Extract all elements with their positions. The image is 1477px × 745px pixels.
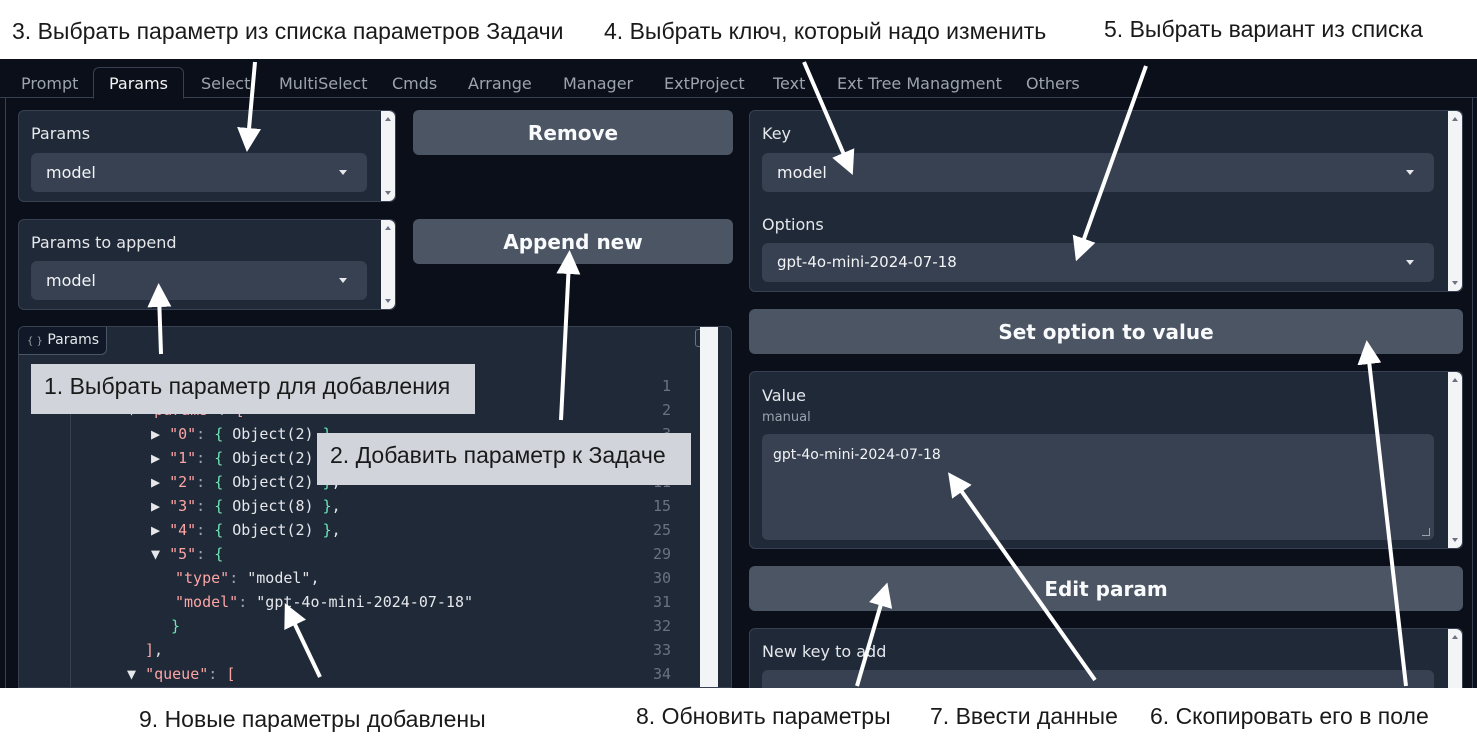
value-sublabel: manual (762, 410, 811, 425)
params-dropdown-value: model (46, 163, 96, 182)
params-to-append-label: Params to append (31, 233, 177, 252)
json-line[interactable]: ▼ "5": { (151, 545, 223, 563)
params-block: Params model (18, 110, 396, 202)
scroll-up-icon (1452, 635, 1458, 639)
chevron-down-icon (339, 278, 347, 283)
scroll-down-icon (1452, 538, 1458, 542)
set-option-to-value-button[interactable]: Set option to value (749, 309, 1463, 354)
params-label: Params (31, 124, 91, 143)
line-number: 30 (652, 569, 671, 587)
json-line[interactable]: ▶ "2": { Object(2) }, (151, 473, 341, 491)
tab-manager[interactable]: Manager (563, 68, 633, 98)
scrollbar-track (700, 327, 718, 687)
key-label: Key (762, 124, 792, 143)
block-scrollbar[interactable] (1448, 372, 1462, 548)
line-number: 31 (652, 593, 671, 611)
new-key-input[interactable] (762, 670, 1434, 688)
scroll-up-icon (385, 117, 391, 121)
options-label: Options (762, 215, 824, 234)
value-label: Value (762, 386, 806, 405)
chevron-down-icon (1406, 260, 1414, 265)
block-scrollbar[interactable] (1448, 111, 1462, 291)
json-line[interactable]: ▶ "1": { Object(2) }, (151, 449, 341, 467)
caption-step7: 7. Ввести данные (930, 703, 1118, 729)
json-line[interactable]: ▶ "0": { Object(2) }, (151, 425, 341, 443)
line-number: 1 (661, 377, 671, 395)
params-to-append-dropdown[interactable]: model (31, 261, 367, 300)
value-text: gpt-4o-mini-2024-07-18 (773, 447, 941, 463)
json-line[interactable]: ▶ "4": { Object(2) }, (151, 521, 341, 539)
params-to-append-block: Params to append model (18, 219, 396, 310)
tab-arrange[interactable]: Arrange (468, 68, 532, 98)
json-scrollbar[interactable] (700, 327, 731, 687)
caption-step4: 4. Выбрать ключ, который надо изменить (604, 18, 1047, 44)
value-block: Value manual gpt-4o-mini-2024-07-18 (749, 371, 1463, 549)
tab-bar: Prompt Params Select MultiSelect Cmds Ar… (0, 59, 1477, 99)
params-to-append-value: model (46, 271, 96, 290)
tab-multiselect[interactable]: MultiSelect (279, 68, 367, 98)
append-new-button[interactable]: Append new (413, 219, 733, 264)
line-number: 32 (652, 617, 671, 635)
edit-param-button[interactable]: Edit param (749, 566, 1463, 611)
key-options-block: Key model Options gpt-4o-mini-2024-07-18 (749, 110, 1463, 292)
tab-params[interactable]: Params (93, 67, 184, 99)
options-dropdown[interactable]: gpt-4o-mini-2024-07-18 (762, 243, 1434, 282)
json-line[interactable]: ▼ "queue": [ (127, 665, 235, 683)
resize-handle-icon[interactable] (1422, 528, 1430, 536)
callout-step2: 2. Добавить параметр к Задаче (317, 433, 691, 485)
options-dropdown-value: gpt-4o-mini-2024-07-18 (777, 253, 957, 271)
caption-step8: 8. Обновить параметры (636, 703, 891, 729)
chevron-down-icon (339, 170, 347, 175)
line-number: 29 (652, 545, 671, 563)
tab-text[interactable]: Text (773, 68, 805, 98)
line-number: 34 (652, 665, 671, 683)
remove-button[interactable]: Remove (413, 110, 733, 155)
line-number: 2 (661, 401, 671, 419)
block-scrollbar[interactable] (381, 220, 395, 309)
tab-prompt[interactable]: Prompt (21, 68, 78, 98)
block-scrollbar[interactable] (381, 111, 395, 201)
caption-step6: 6. Скопировать его в поле (1150, 703, 1429, 729)
panel-border (1472, 98, 1473, 688)
caption-step9: 9. Новые параметры добавлены (139, 706, 486, 732)
caption-step3: 3. Выбрать параметр из списка параметров… (12, 18, 564, 44)
new-key-label: New key to add (762, 642, 887, 661)
tab-extproject[interactable]: ExtProject (664, 68, 745, 98)
callout-step1: 1. Выбрать параметр для добавления (31, 364, 475, 414)
json-line[interactable]: ▶ "3": { Object(8) }, (151, 497, 341, 515)
scroll-down-icon (1452, 281, 1458, 285)
scroll-up-icon (1452, 378, 1458, 382)
new-key-block: New key to add (749, 628, 1463, 688)
panel-border (5, 98, 6, 688)
params-dropdown[interactable]: model (31, 153, 367, 192)
value-textarea[interactable]: gpt-4o-mini-2024-07-18 (762, 434, 1434, 540)
key-dropdown[interactable]: model (762, 153, 1434, 192)
block-scrollbar[interactable] (1448, 629, 1462, 688)
tab-ext-tree-managment[interactable]: Ext Tree Managment (837, 68, 1002, 98)
tab-select[interactable]: Select (201, 68, 250, 98)
json-line: ], (145, 641, 164, 659)
line-number: 15 (652, 497, 671, 515)
key-dropdown-value: model (777, 163, 827, 182)
scroll-down-icon (385, 299, 391, 303)
tab-cmds[interactable]: Cmds (392, 68, 437, 98)
tutorial-screenshot: 3. Выбрать параметр из списка параметров… (0, 0, 1477, 745)
json-line: "model": "gpt-4o-mini-2024-07-18" (175, 593, 474, 611)
line-number: 33 (652, 641, 671, 659)
chevron-down-icon (1406, 170, 1414, 175)
caption-step5: 5. Выбрать вариант из списка (1104, 16, 1423, 42)
tab-others[interactable]: Others (1026, 68, 1080, 98)
json-line: } (171, 617, 181, 635)
line-number: 25 (652, 521, 671, 539)
scroll-down-icon (385, 191, 391, 195)
json-line: "type": "model", (175, 569, 320, 587)
scroll-up-icon (1452, 117, 1458, 121)
scroll-up-icon (385, 226, 391, 230)
